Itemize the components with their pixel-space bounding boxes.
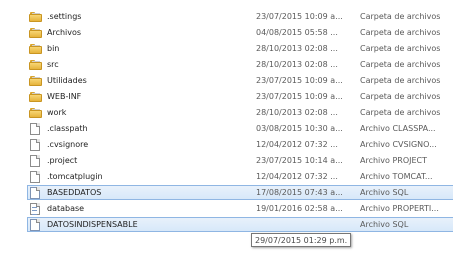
file-date-modified: 17/08/2015 07:43 a... [256,188,343,197]
file-type: Archivo SQL [360,188,409,197]
file-row[interactable]: Utilidades 23/07/2015 10:09 a... Carpeta d… [0,73,453,89]
file-name[interactable]: work [47,105,247,121]
file-row[interactable]: .project 23/07/2015 10:14 a... Archivo PRO… [0,153,453,169]
file-type: Carpeta de archivos [360,60,441,69]
folder-icon [29,28,42,38]
file-row[interactable]: BASEDDATOS 17/08/2015 07:43 a... Archivo S… [0,185,453,201]
file-row[interactable]: WEB-INF 23/07/2015 10:09 a... Carpeta de a… [0,89,453,105]
icon-cell [29,137,43,153]
file-date-modified: 28/10/2013 02:08 ... [256,44,338,53]
file-icon [30,171,40,183]
file-row[interactable]: .classpath 03/08/2015 10:30 a... Archivo C… [0,121,453,137]
file-name[interactable]: database [47,201,247,217]
icon-cell [29,201,43,217]
file-type: Carpeta de archivos [360,12,441,21]
file-name[interactable]: .tomcatplugin [47,169,247,185]
folder-icon [29,12,42,22]
file-type: Carpeta de archivos [360,92,441,101]
folder-icon [29,60,42,70]
file-type: Carpeta de archivos [360,108,441,117]
file-name[interactable]: Archivos [47,25,247,41]
icon-cell [29,153,43,169]
file-row[interactable]: .settings 23/07/2015 10:09 a... Carpeta de… [0,9,453,25]
file-row[interactable]: .tomcatplugin 12/04/2012 07:32 ... Archivo… [0,169,453,185]
icon-cell [29,185,43,201]
file-date-modified: 23/07/2015 10:09 a... [256,12,343,21]
file-date-modified: 03/08/2015 10:30 a... [256,124,343,133]
file-type: Archivo TOMCAT... [360,172,433,181]
icon-cell [29,105,43,121]
file-row[interactable]: .cvsignore 12/04/2012 07:32 ... Archivo CV… [0,137,453,153]
file-name[interactable]: BASEDDATOS [47,185,247,201]
icon-cell [29,9,43,25]
file-date-modified: 12/04/2012 07:32 ... [256,140,338,149]
file-name[interactable]: WEB-INF [47,89,247,105]
file-date-modified: 23/07/2015 10:14 a... [256,156,343,165]
file-name[interactable]: Utilidades [47,73,247,89]
icon-cell [29,169,43,185]
file-type: Archivo PROJECT [360,156,428,165]
file-type: Archivo CVSIGNO... [360,140,437,149]
icon-cell [29,25,43,41]
file-date-modified [256,217,356,233]
file-date-modified: 28/10/2013 02:08 ... [256,108,338,117]
file-name[interactable]: .cvsignore [47,137,247,153]
file-type: Carpeta de archivos [360,28,441,37]
file-date-modified: 04/08/2015 05:58 ... [256,28,338,37]
folder-icon [29,92,42,102]
icon-cell [29,121,43,137]
file-name[interactable]: bin [47,41,247,57]
file-name[interactable]: .settings [47,9,247,25]
file-date-modified: 19/01/2016 02:58 a... [256,204,343,213]
file-type: Archivo CLASSPA... [360,124,436,133]
file-name[interactable]: .project [47,153,247,169]
folder-icon [29,44,42,54]
file-row[interactable]: bin 28/10/2013 02:08 ... Carpeta de archiv… [0,41,453,57]
file-date-modified: 23/07/2015 10:09 a... [256,76,343,85]
file-icon [30,155,40,167]
file-icon [30,139,40,151]
icon-cell [29,73,43,89]
file-date-modified: 23/07/2015 10:09 a... [256,92,343,101]
file-type: Carpeta de archivos [360,76,441,85]
file-row[interactable]: work 28/10/2013 02:08 ... Carpeta de archi… [0,105,453,121]
file-row[interactable]: Archivos 04/08/2015 05:58 ... Carpeta de a… [0,25,453,41]
file-type: Carpeta de archivos [360,44,441,53]
icon-cell [29,217,43,233]
sql-file-icon [30,219,40,231]
file-icon [30,123,40,135]
folder-icon [29,108,42,118]
file-name[interactable]: src [47,57,247,73]
file-row[interactable]: DATOSINDISPENSABLE Archivo SQL [0,217,453,233]
icon-cell [29,57,43,73]
file-list: .settings 23/07/2015 10:09 a... Carpeta de… [0,9,453,233]
file-type: Archivo PROPERTI... [360,204,439,213]
file-type: Archivo SQL [360,220,409,229]
icon-cell [29,89,43,105]
date-tooltip: 29/07/2015 01:29 p.m. [251,233,352,247]
file-row[interactable]: src 28/10/2013 02:08 ... Carpeta de archiv… [0,57,453,73]
file-date-modified: 12/04/2012 07:32 ... [256,172,338,181]
file-name[interactable]: .classpath [47,121,247,137]
properties-file-icon [30,203,40,215]
folder-icon [29,76,42,86]
file-date-modified: 28/10/2013 02:08 ... [256,60,338,69]
icon-cell [29,41,43,57]
file-name[interactable]: DATOSINDISPENSABLE [47,217,247,233]
sql-file-icon [30,187,40,199]
file-row[interactable]: database 19/01/2016 02:58 a... Archivo PRO… [0,201,453,217]
